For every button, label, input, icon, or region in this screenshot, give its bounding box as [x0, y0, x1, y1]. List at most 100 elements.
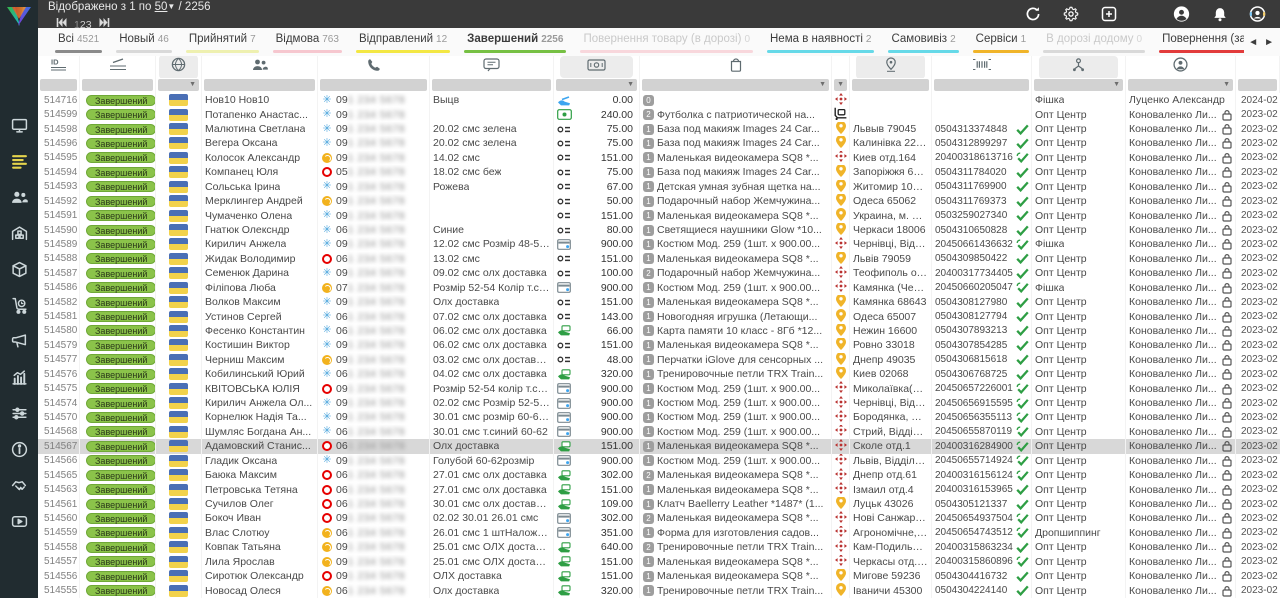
order-row-514595[interactable]: 514595ЗавершенийКолосок Александр091 234… — [38, 151, 1280, 165]
order-row-514593[interactable]: 514593ЗавершенийСольська Ірина✳091 234 5… — [38, 180, 1280, 194]
tabs-scroll-left-icon[interactable]: ◄ — [1248, 37, 1258, 48]
order-row-514556[interactable]: 514556ЗавершенийСиротюк Олександр091 234… — [38, 569, 1280, 583]
sidebar-item-products[interactable] — [0, 254, 38, 290]
filter-input-comment[interactable] — [432, 79, 551, 91]
filter-input-product[interactable]: ▼ — [642, 79, 829, 91]
tab-сервіси[interactable]: Сервіси1 — [966, 28, 1037, 56]
filter-caret-icon[interactable]: ▼ — [1113, 81, 1120, 89]
sidebar-item-warehouse[interactable] — [0, 218, 38, 254]
filter-input-manager[interactable]: ▼ — [1128, 79, 1233, 91]
filter-caret-icon[interactable]: ▼ — [189, 81, 196, 89]
order-row-514592[interactable]: 514592ЗавершенийМерклингер Андрей091 234… — [38, 194, 1280, 208]
sidebar-item-monitor[interactable] — [0, 110, 38, 146]
order-row-514588[interactable]: 514588ЗавершенийЖидак Володимир061 234 5… — [38, 252, 1280, 266]
order-row-514557[interactable]: 514557ЗавершенийЛила Ярослав091 234 5678… — [38, 555, 1280, 569]
order-row-514558[interactable]: 514558ЗавершенийКовпак Татьяна091 234 56… — [38, 540, 1280, 554]
order-row-514590[interactable]: 514590ЗавершенийГнатюк Олексндр✳061 234 … — [38, 223, 1280, 237]
sidebar-item-clients[interactable] — [0, 182, 38, 218]
page-size-caret-icon[interactable]: ▼ — [167, 2, 175, 11]
sidebar-item-partners-handshake[interactable] — [0, 470, 38, 506]
account-icon[interactable] — [1173, 6, 1190, 23]
order-row-514566[interactable]: 514566ЗавершенийГладик Оксана✳091 234 56… — [38, 454, 1280, 468]
sidebar-item-orders-list[interactable] — [0, 146, 38, 182]
sidebar-item-video-tutorials[interactable] — [0, 506, 38, 542]
filter-input-fulfillment[interactable]: ▼ — [1034, 79, 1123, 91]
tab-новый[interactable]: Новый46 — [109, 28, 179, 56]
column-header-phone[interactable] — [318, 56, 430, 78]
order-row-514574[interactable]: 514574ЗавершенийКирилич Анжела Ол...✳091… — [38, 396, 1280, 410]
filter-input-client[interactable] — [204, 79, 315, 91]
sidebar-item-statistics[interactable] — [0, 362, 38, 398]
sidebar-item-marketing-megaphone[interactable] — [0, 326, 38, 362]
order-row-514576[interactable]: 514576ЗавершенийКобилинський Юрий✳061 23… — [38, 367, 1280, 381]
filter-input-country[interactable]: ▼ — [158, 79, 199, 91]
column-header-date[interactable] — [1236, 56, 1280, 78]
tab-повернення-товару-в-дорозі-[interactable]: Повернення товару (в дорозі)0 — [573, 28, 760, 56]
column-header-client[interactable] — [202, 56, 318, 78]
filter-caret-icon[interactable]: ▼ — [627, 81, 634, 89]
tab-відмова[interactable]: Відмова763 — [266, 28, 349, 56]
tab-відправлений[interactable]: Відправлений12 — [349, 28, 457, 56]
column-header-city[interactable] — [850, 56, 932, 78]
column-header-product[interactable] — [640, 56, 832, 78]
order-row-514591[interactable]: 514591ЗавершенийЧумаченко Олена✳091 234 … — [38, 208, 1280, 222]
order-row-514568[interactable]: 514568ЗавершенийШумляс Богдана Ан...✳061… — [38, 425, 1280, 439]
tabs-scroll-right-icon[interactable]: ► — [1264, 37, 1274, 48]
support-headset-icon[interactable] — [1249, 6, 1266, 23]
filter-input-date[interactable] — [1238, 79, 1277, 91]
filter-input-id[interactable] — [40, 79, 77, 91]
tab-самовивіз[interactable]: Самовивіз2 — [881, 28, 965, 56]
sidebar-item-settings-sliders[interactable] — [0, 398, 38, 434]
notifications-bell-icon[interactable] — [1211, 6, 1228, 23]
column-header-ttn[interactable] — [932, 56, 1032, 78]
filter-input-status[interactable] — [82, 79, 153, 91]
filter-caret-icon[interactable]: ▼ — [819, 81, 826, 89]
column-header-country[interactable] — [156, 56, 202, 78]
filter-caret-icon[interactable]: ▼ — [1223, 81, 1230, 89]
order-row-514579[interactable]: 514579ЗавершенийКостишин Виктор✳091 234 … — [38, 338, 1280, 352]
order-row-514567[interactable]: 514567ЗавершенийАдамовский Станис...061 … — [38, 439, 1280, 453]
order-row-514582[interactable]: 514582ЗавершенийВолков Максим✳091 234 56… — [38, 295, 1280, 309]
order-row-514559[interactable]: 514559ЗавершенийВлас Слотюу061 234 56782… — [38, 526, 1280, 540]
sidebar-item-suppliers-cart[interactable] — [0, 290, 38, 326]
column-header-status[interactable] — [80, 56, 156, 78]
tab-в-дорозі-додому[interactable]: В дорозі додому0 — [1036, 28, 1152, 56]
order-row-514560[interactable]: 514560ЗавершенийБокоч Иван091 234 567802… — [38, 511, 1280, 525]
order-row-514587[interactable]: 514587ЗавершенийСеменюк Дарина✳091 234 5… — [38, 266, 1280, 280]
column-header-comment[interactable] — [430, 56, 554, 78]
order-row-514570[interactable]: 514570ЗавершенийКорнелюк Надія Та...✳091… — [38, 410, 1280, 424]
order-row-514563[interactable]: 514563ЗавершенийПетровська Тетяна061 234… — [38, 482, 1280, 496]
order-row-514577[interactable]: 514577ЗавершенийЧерниш Максим091 234 567… — [38, 353, 1280, 367]
order-row-514594[interactable]: 514594ЗавершенийКомпанец Юля051 234 5678… — [38, 165, 1280, 179]
filter-input-phone[interactable] — [320, 79, 427, 91]
order-row-514561[interactable]: 514561ЗавершенийСучилов Олег061 234 5678… — [38, 497, 1280, 511]
refresh-icon[interactable] — [1024, 6, 1041, 23]
page-size-select[interactable]: 50 — [155, 1, 168, 13]
tab-нема-в-наявності[interactable]: Нема в наявності2 — [760, 28, 881, 56]
order-row-514575[interactable]: 514575ЗавершенийКВІТОВСЬКА ЮЛІЯ091 234 5… — [38, 381, 1280, 395]
column-header-fulfillment[interactable] — [1032, 56, 1126, 78]
order-row-514598[interactable]: 514598ЗавершенийМалютина Светлана✳091 23… — [38, 122, 1280, 136]
column-header-payment[interactable] — [554, 56, 640, 78]
filter-input-delivery-status[interactable]: ▼ — [834, 79, 847, 91]
filter-caret-icon[interactable]: ▼ — [837, 81, 844, 89]
tab-завершений[interactable]: Завершений2256 — [457, 28, 573, 56]
column-header-id[interactable]: ID — [38, 56, 80, 78]
order-row-514589[interactable]: 514589ЗавершенийКирилич Анжела✳091 234 5… — [38, 237, 1280, 251]
order-row-514580[interactable]: 514580ЗавершенийФесенко Константин✳061 2… — [38, 324, 1280, 338]
add-order-icon[interactable] — [1100, 6, 1117, 23]
tab-всі[interactable]: Всі4521 — [48, 28, 109, 56]
order-row-514581[interactable]: 514581ЗавершенийУстинов Сергей✳061 234 5… — [38, 309, 1280, 323]
filter-input-payment[interactable]: ▼ — [556, 79, 637, 91]
column-header-delivery-status[interactable] — [832, 56, 850, 78]
sidebar-item-info[interactable] — [0, 434, 38, 470]
order-row-514565[interactable]: 514565ЗавершенийБаюка Максим061 234 5678… — [38, 468, 1280, 482]
filter-input-ttn[interactable] — [934, 79, 1029, 91]
order-row-514596[interactable]: 514596ЗавершенийВегера Оксана✳091 234 56… — [38, 136, 1280, 150]
brand-logo[interactable] — [0, 0, 38, 34]
tab-прийнятий[interactable]: Прийнятий7 — [179, 28, 266, 56]
order-row-514555[interactable]: 514555ЗавершенийНовосад Олеся061 234 567… — [38, 583, 1280, 597]
order-row-514599[interactable]: 514599ЗавершенийПотапенко Анастас...✳091… — [38, 107, 1280, 121]
gear-icon[interactable] — [1062, 6, 1079, 23]
order-row-514586[interactable]: 514586ЗавершенийФіліпова Люба071 234 567… — [38, 280, 1280, 294]
